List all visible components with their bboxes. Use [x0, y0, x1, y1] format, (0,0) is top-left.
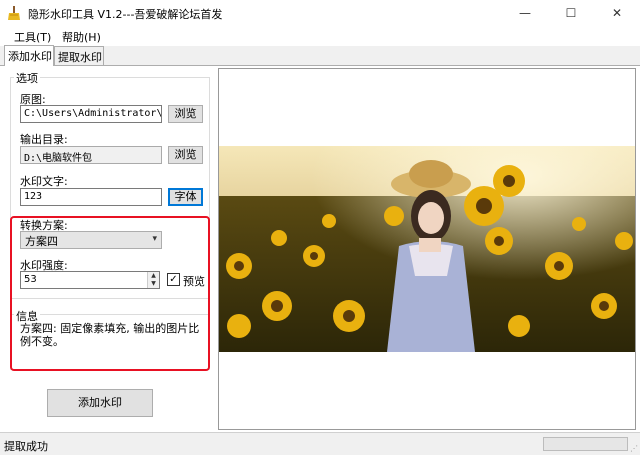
tab-add-watermark[interactable]: 添加水印 — [4, 45, 54, 66]
window-title: 隐形水印工具 V1.2---吾爱破解论坛首发 — [28, 8, 223, 21]
minimize-button[interactable]: — — [502, 0, 548, 26]
minimize-icon: — — [519, 6, 531, 20]
output-label: 输出目录: — [20, 133, 68, 146]
maximize-button[interactable]: ☐ — [548, 0, 594, 26]
tab-label: 提取水印 — [58, 51, 102, 64]
close-button[interactable]: ✕ — [594, 0, 640, 26]
menu-tools[interactable]: 工具(T) — [14, 29, 51, 45]
tab-extract-watermark[interactable]: 提取水印 — [54, 46, 104, 65]
broom-app-icon — [6, 5, 22, 21]
sunflower-photo-image — [219, 69, 635, 429]
close-icon: ✕ — [611, 6, 623, 20]
font-button[interactable]: 字体 — [168, 188, 203, 206]
progress-bar — [543, 437, 628, 451]
watermark-text-label: 水印文字: — [20, 175, 68, 188]
add-watermark-button[interactable]: 添加水印 — [47, 389, 153, 417]
menu-help[interactable]: 帮助(H) — [62, 29, 101, 45]
source-path-field[interactable]: C:\Users\Administrator\Pict — [20, 105, 162, 123]
options-legend: 选项 — [14, 70, 40, 86]
watermark-text-field[interactable]: 123 — [20, 188, 162, 206]
highlight-box — [10, 216, 210, 371]
image-preview — [218, 68, 636, 430]
resize-grip-icon[interactable]: ⋰ — [630, 444, 638, 453]
maximize-icon: ☐ — [565, 6, 577, 20]
status-bar: 提取成功 ⋰ — [0, 432, 640, 455]
output-dir-field[interactable]: D:\电脑软件包 — [20, 146, 162, 164]
browse-source-button[interactable]: 浏览 — [168, 105, 203, 123]
menu-bar: 工具(T) 帮助(H) — [0, 26, 640, 46]
tab-strip: 添加水印 提取水印 — [0, 45, 640, 66]
browse-output-button[interactable]: 浏览 — [168, 146, 203, 164]
tab-label: 添加水印 — [8, 50, 52, 63]
title-bar: 隐形水印工具 V1.2---吾爱破解论坛首发 — ☐ ✕ — [0, 0, 640, 26]
status-text: 提取成功 — [4, 440, 48, 453]
